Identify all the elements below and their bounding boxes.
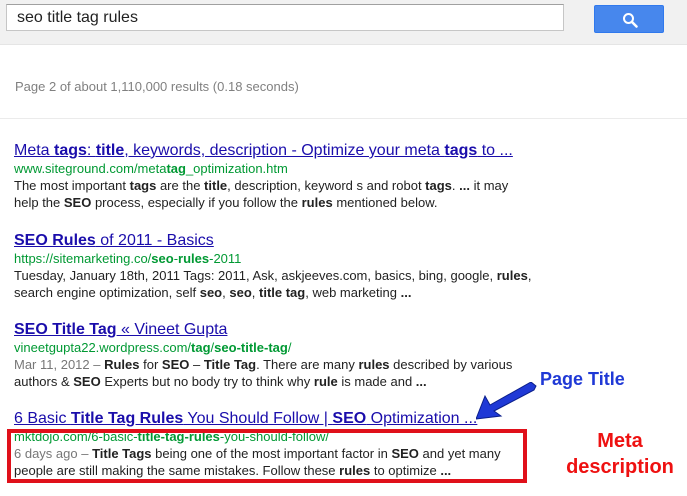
highlighted-term: ... — [459, 178, 470, 193]
text-segment: « Vineet Gupta — [116, 321, 228, 338]
highlighted-term: SEO — [63, 195, 92, 210]
result-url: vineetgupta22.wordpress.com/tag /seo-titl… — [14, 339, 534, 356]
result-snippet: The most important tags are the title, d… — [14, 177, 534, 211]
highlighted-term: ... — [415, 374, 427, 389]
highlighted-term: rule — [313, 374, 338, 389]
highlighted-term: SEO — [161, 357, 190, 372]
highlighted-term: ... — [400, 285, 412, 300]
result-date: Mar 11, 2012 – — [14, 357, 105, 372]
text-segment: Tuesday, January 18th, 2011 Tags: 2011, … — [14, 268, 497, 283]
text-segment: Meta — [14, 142, 55, 159]
text-segment: _optimization.htm — [185, 161, 288, 176]
search-button[interactable] — [594, 5, 664, 33]
meta-annotation-line2: description — [566, 456, 674, 478]
result-snippet: 6 days ago – Title Tags being one of the… — [14, 445, 534, 479]
highlighted-term: SEO Rules — [14, 232, 96, 249]
text-segment: -you-should-follow/ — [219, 429, 329, 444]
text-segment: 6 Basic — [14, 410, 71, 427]
page-title-annotation: Page Title — [540, 369, 625, 389]
text-segment: The most important — [14, 178, 130, 193]
search-result: Meta tags: title, keywords, description … — [14, 141, 534, 211]
text-segment: mentioned below. — [332, 195, 438, 210]
text-segment: are the — [156, 178, 205, 193]
text-segment: www.siteground.com/meta — [14, 161, 167, 176]
text-segment: Experts but no body try to think why — [100, 374, 314, 389]
highlighted-term: seo — [199, 285, 223, 300]
highlighted-term: SEO — [73, 374, 101, 389]
text-segment: : — [86, 142, 96, 159]
text-segment: process, especially if you follow the — [91, 195, 302, 210]
result-title-link[interactable]: SEO Title Tag « Vineet Gupta — [14, 320, 534, 339]
search-icon — [623, 13, 638, 28]
highlighted-term: seo-title-tag — [214, 340, 288, 355]
highlighted-term: rules — [339, 463, 371, 478]
text-segment: to optimize — [370, 463, 441, 478]
highlighted-term: Title Tags — [92, 446, 152, 461]
result-url: www.siteground.com/metatag_optimization.… — [14, 160, 534, 177]
result-title-link[interactable]: SEO Rules of 2011 - Basics — [14, 231, 534, 250]
highlighted-term: rules — [358, 357, 390, 372]
highlighted-term: rules — [178, 251, 210, 266]
search-result: SEO Title Tag « Vineet Gupta vineetgupta… — [14, 320, 534, 390]
highlighted-term: title — [95, 142, 125, 159]
text-segment: to ... — [477, 142, 513, 159]
text-segment: , keywords, description - Optimize your … — [124, 142, 445, 159]
text-segment: – — [189, 357, 204, 372]
search-result: 6 Basic Title Tag Rules You Should Follo… — [14, 409, 534, 479]
highlighted-term: Rules — [104, 357, 140, 372]
arrow-icon — [476, 382, 537, 420]
highlighted-term: tag — [166, 161, 186, 176]
text-segment: , — [251, 285, 259, 300]
text-segment: Optimization ... — [366, 410, 478, 427]
text-segment: for — [139, 357, 162, 372]
highlighted-term: title — [204, 178, 228, 193]
text-segment: / — [287, 340, 292, 355]
result-url: https://sitemarketing.co/seo-rules-2011 — [14, 250, 534, 267]
result-snippet: Mar 11, 2012 – Rules for SEO – Title Tag… — [14, 356, 534, 390]
text-segment: of 2011 - Basics — [95, 232, 214, 249]
highlighted-term: SEO — [391, 446, 419, 461]
search-input[interactable] — [6, 4, 564, 31]
divider — [0, 118, 687, 119]
result-title-link[interactable]: Meta tags: title, keywords, description … — [14, 141, 534, 160]
text-segment: . There are many — [256, 357, 359, 372]
result-title-link[interactable]: 6 Basic Title Tag Rules You Should Follo… — [14, 409, 534, 428]
text-segment: , web marketing — [305, 285, 401, 300]
text-segment: -2011 — [209, 251, 242, 266]
highlighted-term: tag — [191, 340, 211, 355]
highlighted-term: rules — [496, 268, 528, 283]
result-stats: Page 2 of about 1,110,000 results (0.18 … — [15, 79, 299, 94]
highlighted-term: SEO Title Tag — [14, 321, 117, 338]
search-header — [0, 0, 687, 45]
text-segment: You Should Follow | — [183, 410, 333, 427]
highlighted-term: rules — [301, 195, 333, 210]
highlighted-term: tags — [54, 142, 87, 159]
text-segment: , description, keyword s and robot — [227, 178, 426, 193]
text-segment: vineetgupta22.wordpress.com/ — [14, 340, 192, 355]
text-segment: being one of the most important factor i… — [151, 446, 392, 461]
text-segment: is made and — [337, 374, 416, 389]
highlighted-term: Title Tag — [203, 357, 257, 372]
meta-annotation-line1: Meta — [597, 430, 643, 452]
text-segment: mktdojo.com/6-basic- — [14, 429, 138, 444]
meta-description-annotation: Meta description — [560, 428, 680, 480]
highlighted-term: Title Tag Rules — [70, 410, 184, 427]
result-date: 6 days ago – — [14, 446, 93, 461]
highlighted-term: SEO — [332, 410, 367, 427]
search-result: SEO Rules of 2011 - Basics https://sitem… — [14, 231, 534, 301]
highlighted-term: seo — [229, 285, 252, 300]
result-snippet: Tuesday, January 18th, 2011 Tags: 2011, … — [14, 267, 534, 301]
highlighted-term: ... — [440, 463, 452, 478]
highlighted-term: tags — [129, 178, 157, 193]
highlighted-term: title-tag-rules — [137, 429, 220, 444]
result-url: mktdojo.com/6-basic-title-tag-rules-you-… — [14, 428, 534, 445]
highlighted-term: seo — [151, 251, 174, 266]
highlighted-term: tags — [425, 178, 452, 193]
highlighted-term: title tag — [259, 285, 306, 300]
text-segment: https://sitemarketing.co/ — [14, 251, 152, 266]
highlighted-term: tags — [444, 142, 478, 159]
